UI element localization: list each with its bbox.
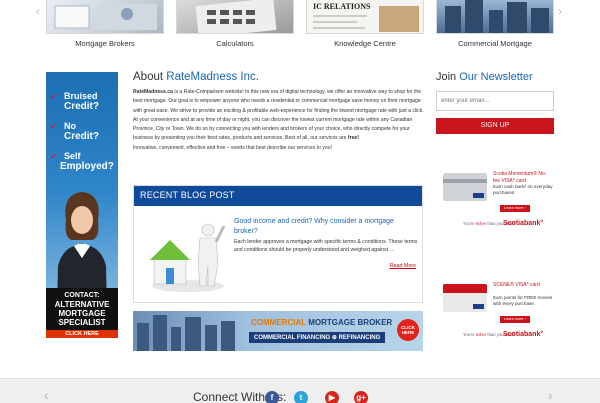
tile-knowledge-centre[interactable]: IC RELATIONS Knowledge Centre	[306, 0, 424, 52]
check-icon: ✔	[50, 152, 57, 161]
commercial-title-a: COMMERCIAL	[251, 318, 306, 327]
tile-commercial-mortgage[interactable]: Commercial Mortgage	[436, 0, 554, 52]
commercial-subtitle: COMMERCIAL FINANCING ⊕ REFINANCING	[249, 332, 386, 343]
newsletter-title-prefix: Join	[436, 71, 457, 83]
newsletter-title: Join Our Newsletter	[436, 71, 554, 83]
blog-title[interactable]: Good income and credit? Why consider a m…	[234, 217, 414, 236]
banner-line: Credit?	[64, 101, 99, 112]
about-title: About RateMadness Inc.	[133, 71, 425, 83]
banner-line: No	[64, 121, 76, 131]
newsletter-email-input[interactable]	[436, 91, 554, 111]
twitter-icon[interactable]: t	[294, 391, 308, 403]
about-section: About RateMadness Inc. RateMadness.ca is…	[133, 71, 425, 153]
learn-more-button[interactable]: Learn more ›	[500, 205, 530, 212]
tile-label: Mortgage Brokers	[75, 39, 135, 48]
tile-label: Knowledge Centre	[334, 39, 396, 48]
check-icon: ✔	[50, 122, 57, 131]
about-text: is a Rate-Comparison website! In this ne…	[133, 89, 424, 142]
about-tagline: Innovative, convenient, effective and fr…	[133, 144, 332, 151]
banner-line: Self	[64, 151, 81, 161]
house-man-image	[150, 223, 226, 292]
scene-visa-ad[interactable]: SCENE® VISA* card Earn points for FREE m…	[443, 276, 553, 344]
free-emphasis: free!	[347, 135, 359, 142]
google-plus-icon[interactable]: g+	[354, 391, 368, 403]
scotia-momentum-ad[interactable]: Scotia Momentum® No-fee VISA* card Earn …	[443, 165, 553, 233]
commercial-title-b: MORTGAGE BROKER	[305, 318, 393, 327]
city-skyline-image	[137, 315, 235, 351]
contact-line: ALTERNATIVE	[54, 300, 110, 309]
scotiabank-logo: Scotiabank°	[503, 331, 544, 338]
contact-block: CONTACT: ALTERNATIVE MORTGAGE SPECIALIST	[46, 288, 118, 330]
page: ‹ › Mortgage Brokers Calculators IC RELA…	[0, 0, 600, 403]
contact-line: SPECIALIST	[58, 318, 106, 327]
scotiabank-logo: Scotiabank°	[503, 220, 544, 227]
ad-description: Earn points for FREE movies with every p…	[493, 295, 553, 306]
blog-header: RECENT BLOG POST	[134, 186, 422, 206]
learn-more-button[interactable]: Learn more ›	[500, 316, 530, 323]
signup-button[interactable]: SIGN UP	[436, 118, 554, 134]
banner-line: Employed?	[60, 161, 114, 172]
carousel-prev-icon[interactable]: ‹	[36, 4, 40, 18]
youtube-icon[interactable]: ▶	[325, 391, 339, 403]
footer: ‹ Connect With Us: f t ▶ g+ ›	[0, 378, 600, 403]
mortgage-brokers-image	[46, 0, 164, 34]
commercial-mortgage-banner[interactable]: COMMERCIAL MORTGAGE BROKER COMMERCIAL FI…	[133, 311, 423, 351]
banner-line: Credit?	[64, 131, 99, 142]
tile-mortgage-brokers[interactable]: Mortgage Brokers	[46, 0, 164, 52]
slogan-emphasis: richer	[475, 332, 487, 337]
tile-label: Calculators	[216, 39, 254, 48]
carousel-next-icon[interactable]: ›	[558, 4, 562, 18]
about-title-prefix: About	[133, 71, 164, 83]
slogan-emphasis: richer	[475, 221, 487, 226]
facebook-icon[interactable]: f	[265, 391, 279, 403]
slogan-part: You're	[463, 221, 476, 226]
footer-next-icon[interactable]: ›	[548, 387, 553, 403]
commercial-mortgage-image	[436, 0, 554, 34]
about-title-highlight: RateMadness Inc.	[166, 71, 259, 83]
commercial-click-here-button[interactable]: CLICK HERE	[397, 319, 419, 341]
commercial-title: COMMERCIAL MORTGAGE BROKER	[251, 318, 392, 327]
brand-name: RateMadness.ca	[133, 89, 173, 95]
knowledge-centre-image: IC RELATIONS	[306, 0, 424, 34]
contact-line: MORTGAGE	[58, 309, 106, 318]
calculators-image	[176, 0, 294, 34]
category-tiles: Mortgage Brokers Calculators IC RELATION…	[46, 0, 554, 52]
ad-description: Earn cash back² on everyday purchases.	[493, 184, 553, 195]
alternative-mortgage-banner[interactable]: ✔ Bruised Credit? ✔ No Credit? ✔ Self Em…	[46, 72, 118, 338]
about-body: RateMadness.ca is a Rate-Comparison webs…	[133, 88, 425, 153]
banner-line: Bruised	[64, 91, 98, 101]
ad-title: Scotia Momentum® No-fee VISA* card	[493, 171, 547, 184]
check-icon: ✔	[50, 92, 57, 101]
tile-label: Commercial Mortgage	[458, 39, 532, 48]
slogan-part: You're	[463, 332, 476, 337]
click-here-button[interactable]: CLICK HERE	[46, 330, 118, 338]
credit-card-image	[443, 284, 487, 312]
read-more-link[interactable]: Read More	[390, 263, 416, 269]
blog-excerpt: Each lender approves a mortgage with spe…	[234, 239, 418, 254]
ad-title: SCENE® VISA* card	[493, 282, 540, 288]
recent-blog-post: RECENT BLOG POST Good income and credit?…	[133, 185, 423, 303]
footer-prev-icon[interactable]: ‹	[44, 387, 49, 403]
credit-card-image	[443, 173, 487, 201]
tile-calculators[interactable]: Calculators	[176, 0, 294, 52]
newsletter-title-highlight: Our Newsletter	[459, 71, 533, 83]
newsletter-section: Join Our Newsletter SIGN UP	[436, 71, 554, 134]
contact-line: CONTACT:	[64, 292, 100, 299]
